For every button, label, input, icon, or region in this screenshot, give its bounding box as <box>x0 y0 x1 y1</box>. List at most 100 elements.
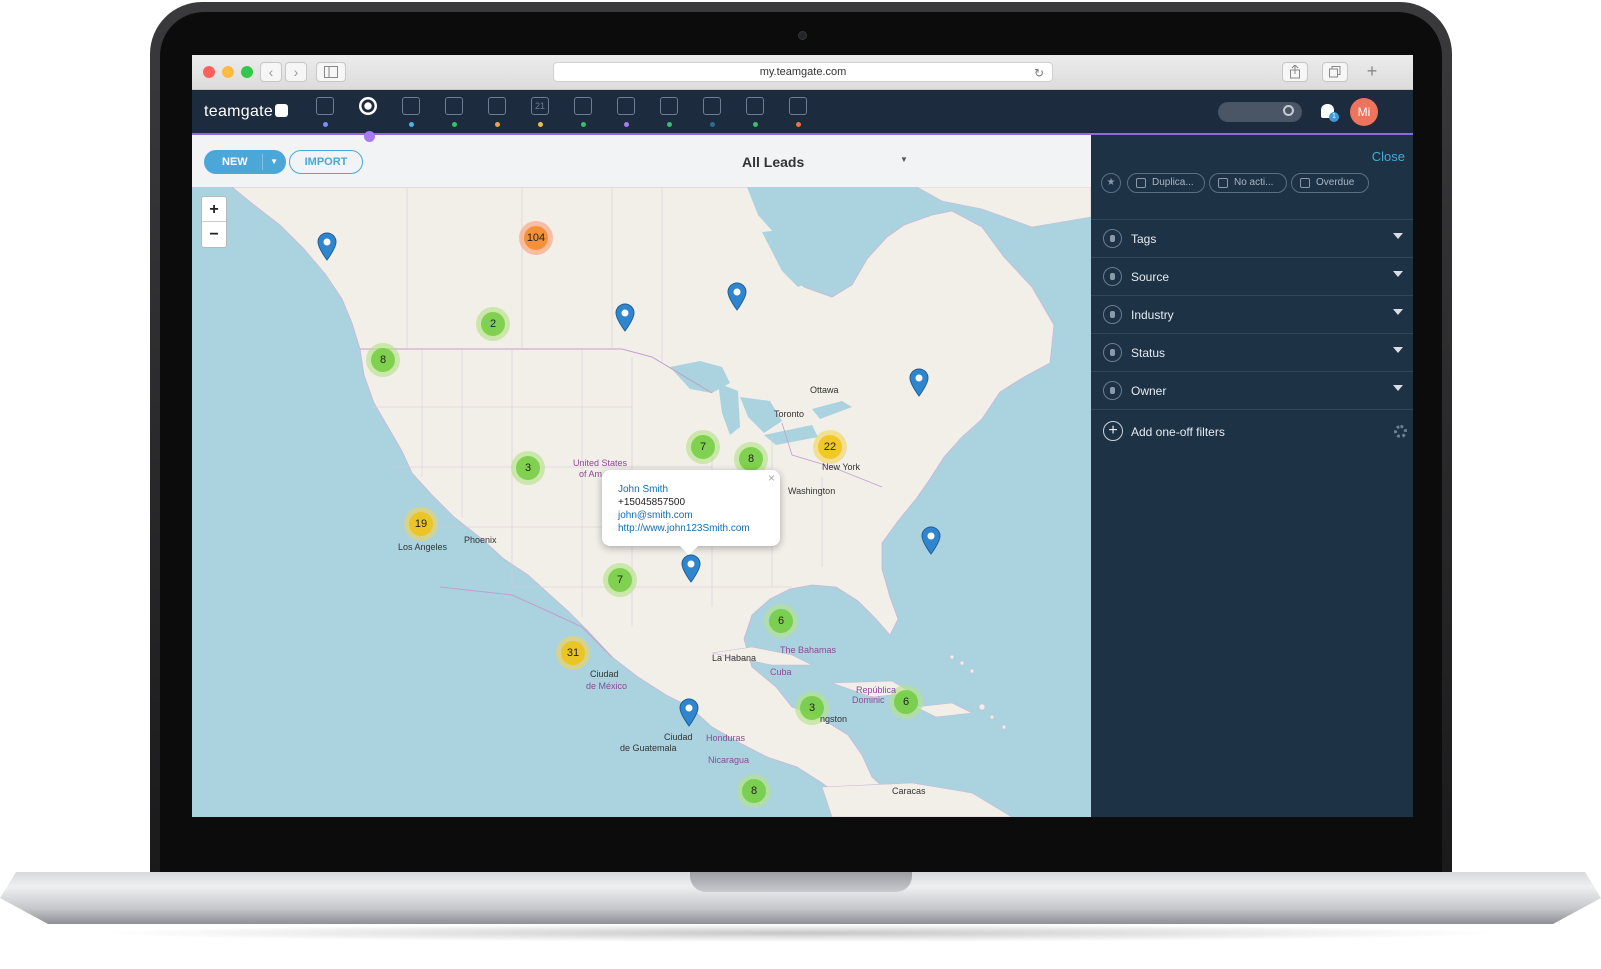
nav-item-documents[interactable] <box>657 97 681 127</box>
tabs-overview-button[interactable] <box>1322 62 1348 82</box>
nav-indicator-dot <box>581 122 586 127</box>
back-button[interactable]: ‹ <box>260 62 282 82</box>
camera <box>798 31 807 40</box>
lead-website-link[interactable]: http://www.john123Smith.com <box>618 522 764 535</box>
cluster-count: 2 <box>481 312 505 336</box>
notifications-button[interactable]: 1 <box>1320 102 1339 122</box>
nav-item-leads[interactable] <box>356 97 380 142</box>
industry-icon <box>1103 305 1122 324</box>
close-panel-button[interactable]: Close <box>1372 149 1405 164</box>
nav-indicator-dot <box>538 122 543 127</box>
lead-cluster[interactable]: 104 <box>519 221 553 255</box>
star-icon[interactable]: ★ <box>1101 173 1121 193</box>
popup-close-button[interactable]: × <box>768 472 775 485</box>
minimize-window-button[interactable] <box>222 66 234 78</box>
chevron-down-icon[interactable]: ▼ <box>270 150 278 174</box>
lead-cluster[interactable]: 7 <box>603 563 637 597</box>
map-pin-icon[interactable] <box>680 553 702 583</box>
map-place-label: Ciudad <box>664 732 693 742</box>
map-place-label: The Bahamas <box>780 645 837 655</box>
leads-map[interactable]: + − 104 2 8 3 7 8 22 19 7 6 31 3 6 8 Ottawa Toronto Uni… <box>192 187 1091 817</box>
chevron-down-icon[interactable] <box>1393 347 1403 353</box>
lead-cluster[interactable]: 8 <box>366 343 400 377</box>
filter-tags[interactable]: Tags <box>1091 220 1413 257</box>
map-pin-icon[interactable] <box>316 231 338 261</box>
filter-industry[interactable]: Industry <box>1091 296 1413 333</box>
lead-cluster[interactable]: 2 <box>476 307 510 341</box>
nav-item-dashboard[interactable] <box>313 97 337 127</box>
zoom-in-button[interactable]: + <box>202 197 226 222</box>
teamgate-logo[interactable]: teamgate <box>204 103 289 121</box>
map-pin-icon[interactable] <box>908 367 930 397</box>
chevron-down-icon[interactable] <box>1393 271 1403 277</box>
nav-item-settings[interactable] <box>786 97 810 127</box>
lead-cluster[interactable]: 6 <box>764 604 798 638</box>
nav-item-activities[interactable] <box>571 97 595 127</box>
new-lead-button[interactable]: NEW ▼ <box>204 150 286 174</box>
calendar-icon: 21 <box>531 97 549 115</box>
search-input[interactable] <box>1218 102 1302 122</box>
chip-no-activity[interactable]: No acti... <box>1209 173 1287 193</box>
cluster-count: 22 <box>818 435 842 459</box>
chip-label: No acti... <box>1234 177 1274 188</box>
view-selector[interactable]: All Leads <box>742 154 804 170</box>
chevron-down-icon[interactable] <box>1393 385 1403 391</box>
chip-label: Duplica... <box>1152 177 1194 188</box>
map-pin-icon[interactable] <box>726 281 748 311</box>
lead-email-link[interactable]: john@smith.com <box>618 509 764 522</box>
cluster-count: 8 <box>739 447 763 471</box>
cluster-count: 7 <box>691 435 715 459</box>
map-place-label: Nicaragua <box>708 755 750 765</box>
chevron-down-icon[interactable] <box>1393 309 1403 315</box>
nav-item-inbox[interactable] <box>614 97 638 127</box>
map-place-label: Ottawa <box>810 385 839 395</box>
companies-icon <box>402 97 420 115</box>
cluster-count: 104 <box>524 226 548 250</box>
nav-item-contacts[interactable] <box>442 97 466 127</box>
filter-source[interactable]: Source <box>1091 258 1413 295</box>
lead-cluster[interactable]: 31 <box>556 636 590 670</box>
gear-icon[interactable] <box>1394 425 1407 438</box>
lead-cluster[interactable]: 3 <box>511 451 545 485</box>
map-place-label: New York <box>822 462 861 472</box>
filter-status[interactable]: Status <box>1091 334 1413 371</box>
map-pin-icon[interactable] <box>920 525 942 555</box>
lead-cluster[interactable]: 8 <box>737 774 771 808</box>
filter-label: Owner <box>1131 384 1167 398</box>
import-button[interactable]: IMPORT <box>289 150 363 174</box>
zoom-window-button[interactable] <box>241 66 253 78</box>
lead-cluster[interactable]: 19 <box>404 507 438 541</box>
nav-item-deals[interactable] <box>485 97 509 127</box>
app-header: teamgate 21 1 Mi <box>192 90 1413 142</box>
lead-name-link[interactable]: John Smith <box>618 483 764 496</box>
user-avatar[interactable]: Mi <box>1350 98 1378 126</box>
nav-item-chat[interactable] <box>743 97 767 127</box>
map-pin-icon[interactable] <box>614 302 636 332</box>
contacts-icon <box>445 97 463 115</box>
chevron-down-icon[interactable] <box>1393 233 1403 239</box>
plus-icon: + <box>1366 61 1378 81</box>
filter-owner[interactable]: Owner <box>1091 372 1413 409</box>
close-window-button[interactable] <box>203 66 215 78</box>
nav-item-reports[interactable] <box>700 97 724 127</box>
chip-duplicates[interactable]: Duplica... <box>1127 173 1205 193</box>
reload-icon[interactable]: ↻ <box>1034 64 1044 82</box>
view-chevron-down-icon[interactable]: ▼ <box>900 155 908 164</box>
laptop-shadow <box>90 924 1510 942</box>
add-one-off-filters[interactable]: + Add one-off filters <box>1103 421 1413 443</box>
map-place-label: Washington <box>788 486 836 496</box>
map-pin-icon[interactable] <box>678 697 700 727</box>
nav-item-calendar[interactable]: 21 <box>528 97 552 127</box>
forward-button[interactable]: › <box>285 62 307 82</box>
map-place-label: La Habana <box>712 653 757 663</box>
zoom-out-button[interactable]: − <box>202 222 226 247</box>
chip-overdue[interactable]: Overdue <box>1291 173 1369 193</box>
nav-indicator-dot <box>624 122 629 127</box>
new-tab-button[interactable]: + <box>1361 62 1383 82</box>
address-bar[interactable]: my.teamgate.com ↻ <box>553 62 1053 82</box>
sidebar-toggle-button[interactable] <box>316 62 346 82</box>
nav-item-companies[interactable] <box>399 97 423 127</box>
lead-cluster[interactable]: 22 <box>813 430 847 464</box>
share-button[interactable] <box>1282 62 1308 82</box>
lead-cluster[interactable]: 7 <box>686 430 720 464</box>
